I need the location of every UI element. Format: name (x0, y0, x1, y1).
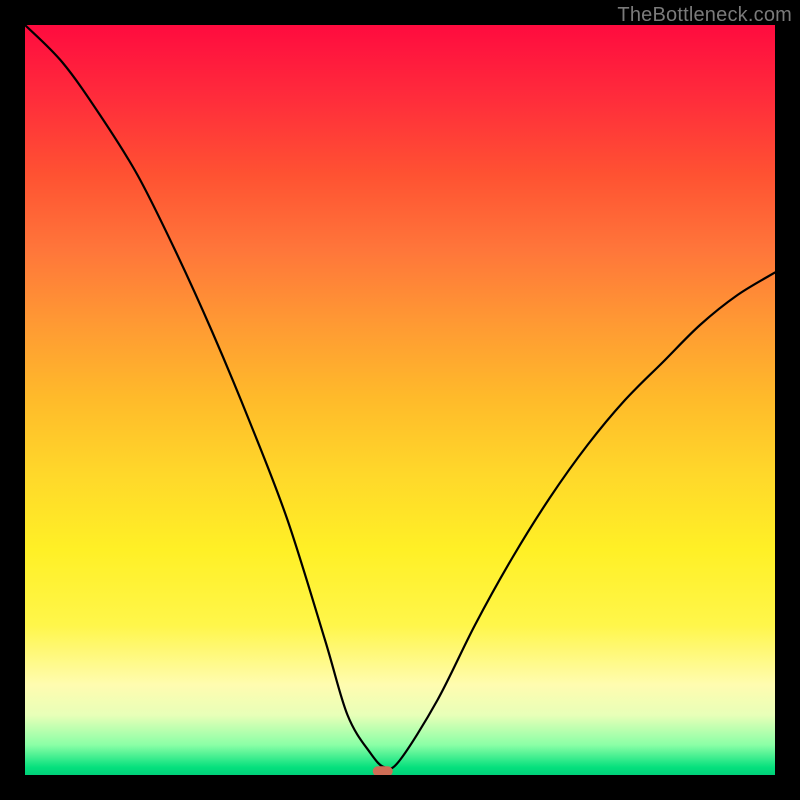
minimum-marker (373, 766, 393, 775)
chart-frame: TheBottleneck.com (0, 0, 800, 800)
bottleneck-curve (25, 25, 775, 769)
curve-svg (25, 25, 775, 775)
watermark-text: TheBottleneck.com (617, 4, 792, 27)
plot-area (25, 25, 775, 775)
